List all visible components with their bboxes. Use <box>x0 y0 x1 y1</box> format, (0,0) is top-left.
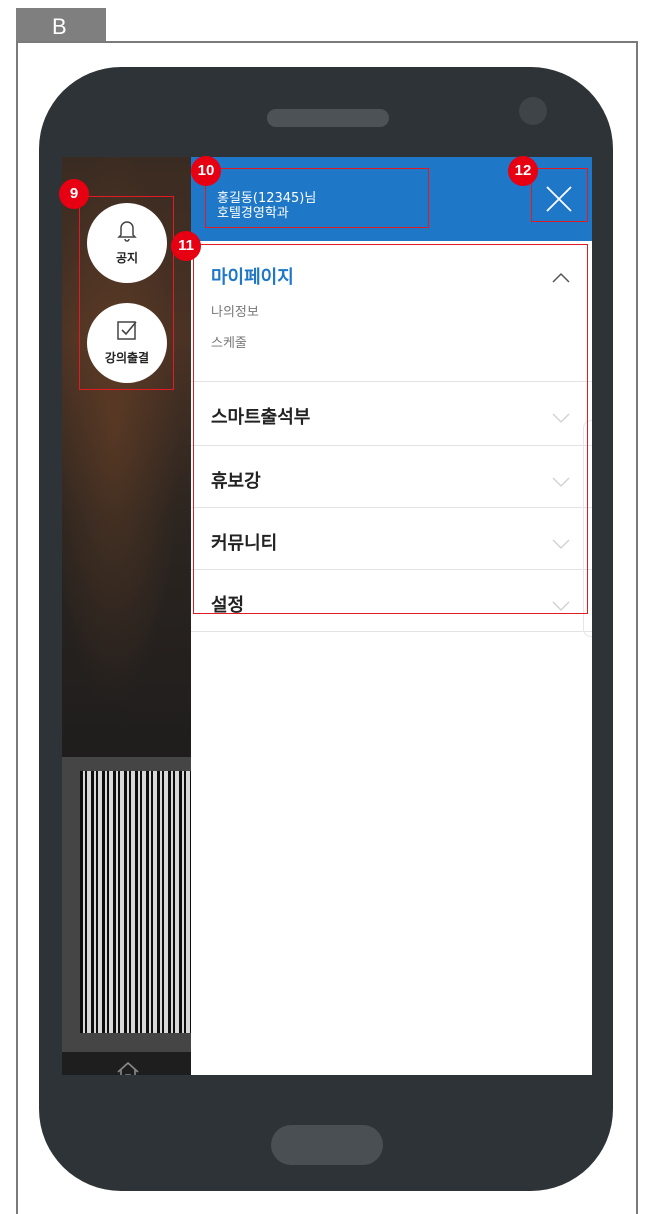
phone-home-button[interactable] <box>271 1125 383 1165</box>
annotation-box-close <box>531 168 588 222</box>
barcode <box>80 771 192 1033</box>
annotation-badge-9: 9 <box>59 179 89 209</box>
section-label: B <box>52 14 67 39</box>
annotation-box-quick-buttons <box>79 196 174 390</box>
home-icon[interactable] <box>115 1059 141 1075</box>
section-tab: B <box>16 8 106 42</box>
barcode-panel <box>62 757 192 1052</box>
annotation-box-user-info <box>205 168 429 228</box>
annotation-badge-11: 11 <box>171 231 201 261</box>
phone-speaker <box>267 109 389 127</box>
phone-camera <box>519 97 547 125</box>
annotation-badge-10: 10 <box>191 156 221 186</box>
annotation-box-menu <box>193 244 588 614</box>
annotation-badge-12: 12 <box>508 156 538 186</box>
